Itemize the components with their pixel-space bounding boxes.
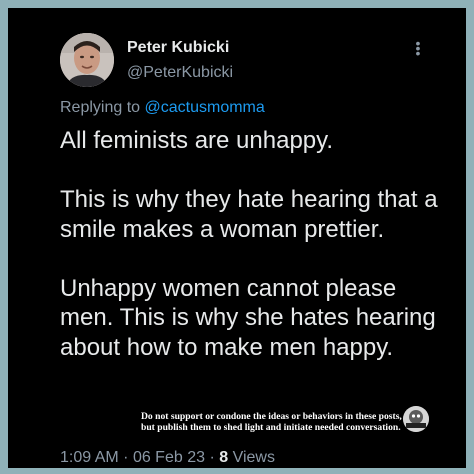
tweet-time[interactable]: 1:09 AM: [60, 449, 119, 466]
tweet-card: Peter Kubicki @PeterKubicki • • • Replying…: [8, 8, 466, 468]
reply-mention-link[interactable]: @cactusmomma: [145, 99, 265, 116]
tweet-paragraph: Unhappy women cannot please men. This is…: [60, 274, 436, 361]
views-label: Views: [232, 449, 275, 466]
tweet-paragraph: This is why they hate hearing that a smi…: [60, 186, 438, 243]
meta-separator: ·: [123, 449, 129, 466]
tweet-metadata: 1:09 AM · 06 Feb 23 · 8 Views: [60, 449, 275, 467]
avatar-photo: [60, 33, 114, 87]
tweet-text: All feminists are unhappy. This is why t…: [60, 126, 455, 362]
watermark-logo-image: [403, 406, 429, 432]
author-handle[interactable]: @PeterKubicki: [127, 64, 233, 82]
meta-separator: ·: [209, 449, 215, 466]
watermark-logo: [403, 406, 429, 432]
views-count: 8: [219, 449, 229, 466]
more-vertical-icon[interactable]: • • •: [414, 36, 422, 60]
author-name[interactable]: Peter Kubicki: [127, 39, 229, 57]
avatar[interactable]: [60, 33, 114, 87]
tweet-paragraph: All feminists are unhappy.: [60, 127, 334, 154]
replying-to-line: Replying to @cactusmomma: [60, 99, 265, 117]
replying-to-label: Replying to: [60, 99, 141, 116]
disclaimer-overlay: Do not support or condone the ideas or b…: [141, 411, 402, 433]
tweet-date[interactable]: 06 Feb 23: [133, 449, 205, 466]
